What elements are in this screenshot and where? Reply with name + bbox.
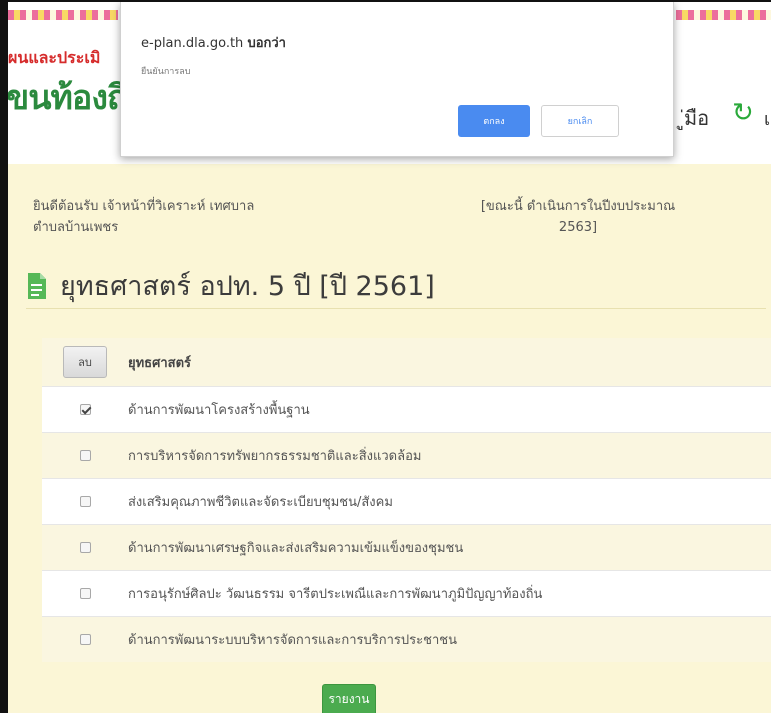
nav-manual-link[interactable]: ู่มือ bbox=[684, 102, 709, 134]
row-check-cell bbox=[42, 634, 128, 645]
row-check-cell bbox=[42, 404, 128, 415]
row-checkbox[interactable] bbox=[79, 496, 91, 507]
row-checkbox[interactable] bbox=[79, 588, 91, 599]
welcome-line-1: ยินดีต้อนรับ เจ้าหน้าที่วิเคราะห์ เทศบาล bbox=[33, 199, 255, 214]
main-panel: ยินดีต้อนรับ เจ้าหน้าที่วิเคราะห์ เทศบาล… bbox=[8, 164, 771, 713]
row-label: ด้านการพัฒนาเศรษฐกิจและส่งเสริมความเข้มแ… bbox=[128, 541, 464, 556]
decorative-strip-left bbox=[8, 10, 118, 20]
nav-next-link[interactable]: เ bbox=[764, 104, 770, 133]
budget-line-1: [ขณะนี้ ดำเนินการในปีงบประมาณ bbox=[480, 199, 676, 214]
welcome-text: ยินดีต้อนรับ เจ้าหน้าที่วิเคราะห์ เทศบาล… bbox=[33, 196, 373, 238]
screenshot-frame: ผนและประเมิ ขนท้องถิ่ ู่มือ ↻ เ ยินดีต้อ… bbox=[0, 0, 771, 713]
row-checkbox[interactable] bbox=[79, 542, 91, 553]
column-header-strategy: ยุทธศาสตร์ bbox=[128, 355, 192, 371]
dialog-title: e-plan.dla.go.th บอกว่า bbox=[141, 32, 286, 53]
report-button[interactable]: รายงาน bbox=[322, 684, 376, 713]
page-title: ยุทธศาสตร์ อปท. 5 ปี [ปี 2561] bbox=[60, 271, 435, 302]
table-row: การอนุรักษ์ศิลปะ วัฒนธรรม จารีตประเพณีแล… bbox=[42, 570, 771, 616]
dialog-ok-button[interactable]: ตกลง bbox=[458, 105, 530, 137]
brand-line-1: ผนและประเมิ bbox=[8, 48, 101, 67]
row-checkbox[interactable] bbox=[79, 404, 91, 415]
dialog-message: ยืนยันการลบ bbox=[141, 67, 191, 77]
page-title-row: ยุทธศาสตร์ อปท. 5 ปี [ปี 2561] bbox=[26, 264, 435, 307]
table-row: การบริหารจัดการทรัพยากรธรรมชาติและสิ่งแว… bbox=[42, 432, 771, 478]
header-check-cell: ลบ bbox=[42, 346, 128, 378]
row-label: ด้านการพัฒนาโครงสร้างพื้นฐาน bbox=[128, 403, 310, 418]
table-header-row: ลบ ยุทธศาสตร์ bbox=[42, 338, 771, 386]
document-icon bbox=[26, 272, 48, 300]
table-row: ด้านการพัฒนาโครงสร้างพื้นฐาน bbox=[42, 386, 771, 432]
dialog-cancel-button[interactable]: ยกเลิก bbox=[541, 105, 619, 137]
row-checkbox[interactable] bbox=[79, 634, 91, 645]
brand-line-2: ขนท้องถิ่ bbox=[6, 78, 128, 118]
budget-line-2: 2563] bbox=[558, 220, 598, 235]
dialog-site: e-plan.dla.go.th bbox=[141, 36, 244, 51]
budget-year-text: [ขณะนี้ ดำเนินการในปีงบประมาณ 2563] bbox=[418, 196, 738, 238]
confirm-dialog: e-plan.dla.go.th บอกว่า ยืนยันการลบ ตกลง… bbox=[120, 2, 674, 157]
row-label: การบริหารจัดการทรัพยากรธรรมชาติและสิ่งแว… bbox=[128, 449, 422, 464]
row-check-cell bbox=[42, 496, 128, 507]
row-label: การอนุรักษ์ศิลปะ วัฒนธรรม จารีตประเพณีแล… bbox=[128, 587, 543, 602]
decorative-strip-right bbox=[676, 10, 771, 20]
table-row: ส่งเสริมคุณภาพชีวิตและจัดระเบียบชุมชน/สั… bbox=[42, 478, 771, 524]
welcome-line-2: ตำบลบ้านเพชร bbox=[33, 220, 119, 235]
refresh-icon[interactable]: ↻ bbox=[732, 100, 754, 126]
table-row: ด้านการพัฒนาระบบบริหารจัดการและการบริการ… bbox=[42, 616, 771, 662]
row-label: ด้านการพัฒนาระบบบริหารจัดการและการบริการ… bbox=[128, 633, 457, 648]
row-check-cell bbox=[42, 588, 128, 599]
strategy-table: ลบ ยุทธศาสตร์ ด้านการพัฒนาโครงสร้างพื้นฐ… bbox=[42, 338, 771, 662]
delete-selected-button[interactable]: ลบ bbox=[63, 346, 107, 378]
row-checkbox[interactable] bbox=[79, 450, 91, 461]
title-divider bbox=[26, 308, 766, 309]
row-check-cell bbox=[42, 450, 128, 461]
row-label: ส่งเสริมคุณภาพชีวิตและจัดระเบียบชุมชน/สั… bbox=[128, 495, 393, 510]
row-check-cell bbox=[42, 542, 128, 553]
dialog-says: บอกว่า bbox=[247, 36, 286, 51]
table-row: ด้านการพัฒนาเศรษฐกิจและส่งเสริมความเข้มแ… bbox=[42, 524, 771, 570]
